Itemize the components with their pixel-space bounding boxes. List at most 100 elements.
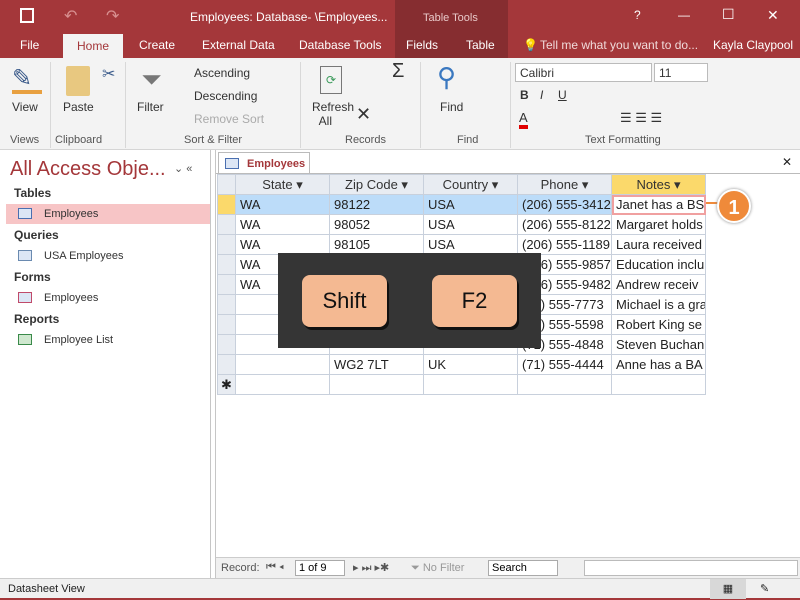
- tab-database-tools[interactable]: Database Tools: [299, 38, 382, 52]
- descending-button[interactable]: Descending: [194, 89, 257, 103]
- row-selector[interactable]: [217, 234, 236, 255]
- redo-icon[interactable]: ↷: [106, 6, 119, 26]
- nav-item-label: Employee List: [44, 334, 114, 346]
- new-record-row[interactable]: ✱: [217, 374, 706, 395]
- nav-title[interactable]: All Access Obje...: [10, 158, 166, 181]
- cell-notes[interactable]: Margaret holds: [611, 214, 706, 235]
- view-button[interactable]: View: [12, 100, 38, 114]
- font-color-icon[interactable]: A: [519, 110, 528, 129]
- cell-state[interactable]: WA: [235, 214, 330, 235]
- tab-fields[interactable]: Fields: [406, 38, 438, 52]
- font-size-select[interactable]: 11: [654, 63, 708, 82]
- close-button[interactable]: ✕: [767, 7, 779, 24]
- save-icon[interactable]: [20, 8, 34, 23]
- nav-section-reports[interactable]: Reports: [14, 312, 59, 326]
- cell-country[interactable]: USA: [423, 234, 518, 255]
- cell-country[interactable]: USA: [423, 194, 518, 215]
- nav-section-queries[interactable]: Queries: [14, 228, 59, 242]
- row-selector[interactable]: [217, 314, 236, 335]
- first-record-button[interactable]: ⏮ ◂: [266, 561, 284, 574]
- refresh-all-button[interactable]: Refresh All: [312, 100, 354, 128]
- row-selector[interactable]: [217, 274, 236, 295]
- horizontal-scrollbar[interactable]: [584, 560, 798, 576]
- cell-state[interactable]: [235, 354, 330, 375]
- doc-tab-employees[interactable]: Employees: [218, 152, 310, 174]
- tab-home[interactable]: Home: [63, 34, 123, 58]
- datasheet-view-icon[interactable]: ▦: [710, 579, 746, 599]
- undo-icon[interactable]: ↶: [64, 6, 77, 26]
- user-name[interactable]: Kayla Claypool: [713, 38, 793, 52]
- column-header-country[interactable]: Country ▾: [423, 174, 518, 195]
- minimize-button[interactable]: —: [678, 8, 690, 22]
- cell-zip-code[interactable]: 98105: [329, 234, 424, 255]
- table-row[interactable]: WG2 7LT UK (71) 555-4444 Anne has a BA: [217, 354, 706, 375]
- tell-me-box[interactable]: Tell me what you want to do...: [540, 38, 698, 52]
- paste-button[interactable]: Paste: [63, 100, 94, 114]
- nav-item-employees-table[interactable]: Employees: [6, 204, 210, 224]
- cell-country[interactable]: USA: [423, 214, 518, 235]
- cell-notes[interactable]: Education inclu: [611, 254, 706, 275]
- row-selector[interactable]: [217, 214, 236, 235]
- nav-item-usa-employees[interactable]: USA Employees: [6, 246, 210, 266]
- table-row[interactable]: WA 98105 USA (206) 555-1189 Laura received: [217, 234, 706, 255]
- cell-zip-code[interactable]: WG2 7LT: [329, 354, 424, 375]
- close-doc-icon[interactable]: ✕: [782, 155, 792, 169]
- filter-button[interactable]: Filter: [137, 100, 164, 114]
- search-input[interactable]: [488, 560, 558, 576]
- cell-phone[interactable]: (206) 555-1189: [517, 234, 612, 255]
- align-icons[interactable]: ☰ ☰ ☰: [620, 110, 662, 126]
- column-header-state[interactable]: State ▾: [235, 174, 330, 195]
- no-filter-button[interactable]: ⏷ No Filter: [411, 562, 464, 575]
- tab-file[interactable]: File: [20, 38, 39, 52]
- cell-state[interactable]: WA: [235, 234, 330, 255]
- cell-notes[interactable]: Michael is a gra: [611, 294, 706, 315]
- select-all[interactable]: [217, 174, 236, 195]
- nav-item-employees-form[interactable]: Employees: [6, 288, 210, 308]
- next-last-new-record-buttons[interactable]: ▸ ⏭ ▸✱: [353, 561, 389, 575]
- cell-notes[interactable]: Robert King se: [611, 314, 706, 335]
- row-selector[interactable]: [217, 334, 236, 355]
- nav-section-tables[interactable]: Tables: [14, 186, 51, 200]
- cell-country[interactable]: UK: [423, 354, 518, 375]
- cell-phone[interactable]: (206) 555-3412: [517, 194, 612, 215]
- tab-external-data[interactable]: External Data: [202, 38, 275, 52]
- nav-menu-chevron-icon[interactable]: ⌄ «: [174, 162, 192, 175]
- underline-button[interactable]: U: [558, 88, 567, 102]
- cut-icon[interactable]: ✂: [102, 64, 115, 84]
- cell-zip-code[interactable]: 98052: [329, 214, 424, 235]
- tab-create[interactable]: Create: [139, 38, 175, 52]
- table-row[interactable]: WA 98122 USA (206) 555-3412 Janet has a BS: [217, 194, 706, 215]
- bold-button[interactable]: B: [520, 88, 529, 102]
- totals-icon[interactable]: Σ: [392, 60, 404, 83]
- row-selector[interactable]: [217, 194, 236, 215]
- cell-zip-code[interactable]: 98122: [329, 194, 424, 215]
- cell-notes[interactable]: Janet has a BS: [611, 194, 706, 215]
- cell-phone[interactable]: (71) 555-4444: [517, 354, 612, 375]
- column-header-zip[interactable]: Zip Code ▾: [329, 174, 424, 195]
- column-header-notes[interactable]: Notes ▾: [611, 174, 706, 195]
- row-selector[interactable]: [217, 294, 236, 315]
- italic-button[interactable]: I: [540, 88, 543, 102]
- remove-sort-button[interactable]: Remove Sort: [194, 112, 264, 126]
- find-button[interactable]: Find: [440, 100, 463, 114]
- cell-phone[interactable]: (206) 555-8122: [517, 214, 612, 235]
- ascending-button[interactable]: Ascending: [194, 66, 250, 80]
- font-name-select[interactable]: Calibri: [515, 63, 652, 82]
- row-selector[interactable]: [217, 354, 236, 375]
- cell-state[interactable]: WA: [235, 194, 330, 215]
- record-position-input[interactable]: [295, 560, 345, 576]
- help-button[interactable]: ?: [634, 8, 641, 22]
- nav-section-forms[interactable]: Forms: [14, 270, 51, 284]
- tab-table[interactable]: Table: [466, 38, 495, 52]
- row-selector[interactable]: [217, 254, 236, 275]
- table-row[interactable]: WA 98052 USA (206) 555-8122 Margaret holds: [217, 214, 706, 235]
- maximize-button[interactable]: ☐: [722, 6, 735, 23]
- nav-item-employee-list[interactable]: Employee List: [6, 330, 210, 350]
- design-view-icon[interactable]: ✎: [760, 582, 769, 595]
- cell-notes[interactable]: Andrew receiv: [611, 274, 706, 295]
- column-header-phone[interactable]: Phone ▾: [517, 174, 612, 195]
- cell-notes[interactable]: Steven Buchan: [611, 334, 706, 355]
- cell-notes[interactable]: Anne has a BA: [611, 354, 706, 375]
- delete-icon[interactable]: ✕: [356, 104, 371, 125]
- cell-notes[interactable]: Laura received: [611, 234, 706, 255]
